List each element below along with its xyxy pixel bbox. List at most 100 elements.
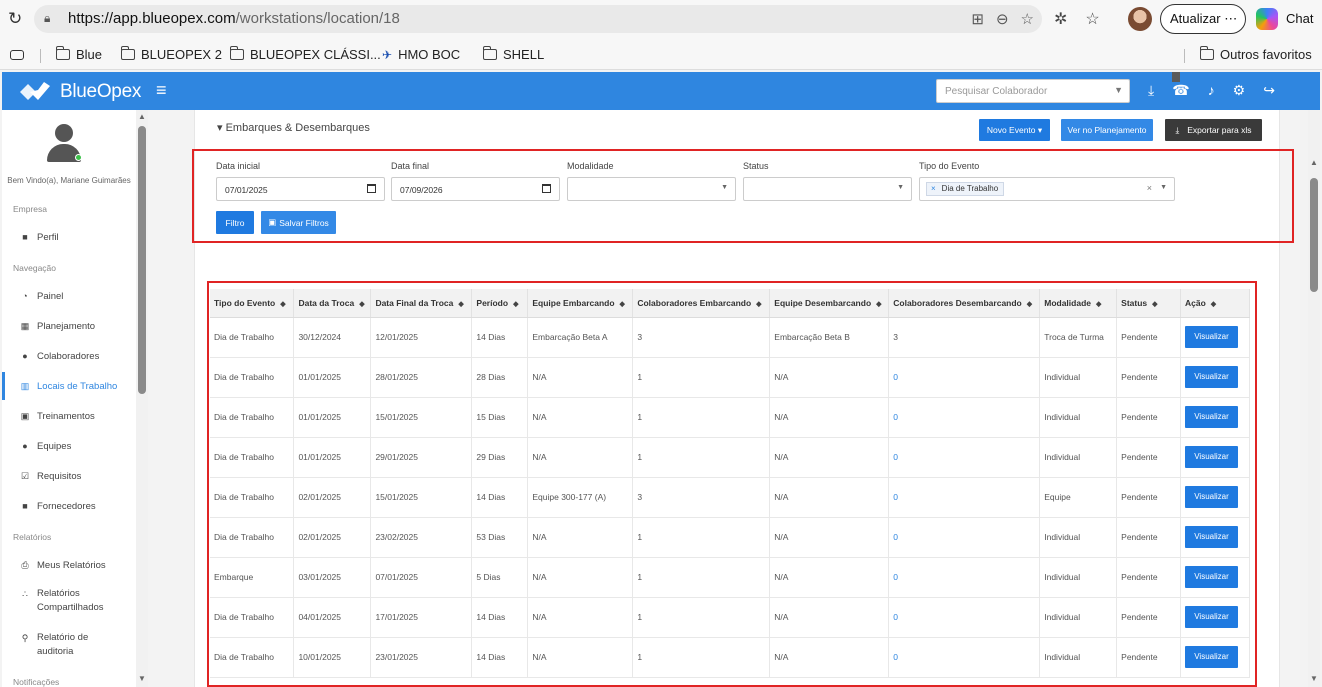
- bookmark-hmo-boc[interactable]: ✈ HMO BOC: [382, 47, 460, 62]
- url-text[interactable]: https://app.blueopex.com/workstations/lo…: [68, 10, 400, 27]
- chat-label[interactable]: Chat: [1286, 11, 1313, 26]
- scroll-thumb[interactable]: [138, 126, 146, 394]
- support-headset-icon[interactable]: ☎: [1172, 82, 1189, 99]
- bookmark-shell[interactable]: SHELL: [482, 46, 544, 62]
- sort-icon[interactable]: ◆: [513, 300, 518, 308]
- app-logo-text[interactable]: BlueOpex: [60, 81, 141, 103]
- sort-icon[interactable]: ◆: [876, 300, 881, 308]
- sort-icon[interactable]: ◆: [458, 300, 463, 308]
- column-header[interactable]: Colaboradores Desembarcando ◆: [888, 289, 1041, 318]
- bookmark-blueopex-2[interactable]: BLUEOPEX 2: [120, 46, 222, 62]
- salvar-filtros-button[interactable]: ▣ Salvar Filtros: [261, 211, 336, 234]
- sidebar-item-colaboradores[interactable]: ● Colaboradores: [2, 342, 136, 370]
- visualizar-button[interactable]: Visualizar: [1185, 366, 1238, 388]
- collaborator-search-select[interactable]: Pesquisar Colaborador ▼: [936, 79, 1130, 103]
- tipo-evento-select[interactable]: × Dia de Trabalho × ▼: [919, 177, 1175, 201]
- clear-icon[interactable]: ×: [1147, 183, 1152, 193]
- visualizar-button[interactable]: Visualizar: [1185, 566, 1238, 588]
- bookmark-blue[interactable]: Blue: [55, 46, 102, 62]
- top-navbar: BlueOpex ≡ Pesquisar Colaborador ▼ ⤓ ☎ ♪…: [2, 72, 1320, 110]
- column-header[interactable]: Equipe Embarcando ◆: [527, 289, 634, 318]
- sidebar-item-fornecedores[interactable]: ■ Fornecedores: [2, 492, 136, 520]
- data-final-input[interactable]: 07/09/2026: [391, 177, 560, 201]
- sort-icon[interactable]: ◆: [280, 300, 285, 308]
- sidebar-item-perfil[interactable]: ■ Perfil: [2, 223, 136, 251]
- visualizar-button[interactable]: Visualizar: [1185, 486, 1238, 508]
- column-header[interactable]: Data da Troca ◆: [293, 289, 372, 318]
- column-header[interactable]: Data Final da Troca ◆: [370, 289, 473, 318]
- ver-planejamento-button[interactable]: Ver no Planejamento: [1061, 119, 1153, 141]
- copilot-icon[interactable]: [1256, 8, 1278, 30]
- filtro-button[interactable]: Filtro: [216, 211, 254, 234]
- column-header[interactable]: Tipo do Evento ◆: [210, 289, 295, 318]
- favorite-star-icon[interactable]: ☆: [1021, 10, 1034, 28]
- table-cell: Dia de Trabalho: [210, 637, 295, 678]
- sidebar-item-painel[interactable]: ◔ Painel: [2, 282, 136, 310]
- column-header[interactable]: Colaboradores Embarcando ◆: [632, 289, 771, 318]
- sidebar-item-meus-relatorios[interactable]: ⎙ Meus Relatórios: [2, 551, 136, 579]
- column-header[interactable]: Status ◆: [1116, 289, 1181, 318]
- blueopex-logo-icon[interactable]: [18, 80, 52, 102]
- sort-icon[interactable]: ◆: [1096, 300, 1101, 308]
- column-header[interactable]: Equipe Desembarcando ◆: [769, 289, 890, 318]
- bell-icon[interactable]: ♪: [1208, 82, 1215, 99]
- sidebar-item-planejamento[interactable]: ▦ Planejamento: [2, 312, 136, 340]
- table-cell: 12/01/2025: [370, 317, 473, 358]
- column-header[interactable]: Período ◆: [471, 289, 529, 318]
- tab-actions-icon[interactable]: [10, 50, 24, 60]
- update-button[interactable]: Atualizar ⋯: [1160, 4, 1246, 34]
- scroll-down-icon[interactable]: ▼: [138, 674, 146, 683]
- data-inicial-input[interactable]: 07/01/2025: [216, 177, 385, 201]
- scroll-up-icon[interactable]: ▲: [138, 112, 146, 121]
- panel-title[interactable]: ▾ Embarques & Desembarques: [217, 121, 370, 134]
- sidebar-item-treinamentos[interactable]: ▣ Treinamentos: [2, 402, 136, 430]
- column-header[interactable]: Modalidade ◆: [1039, 289, 1118, 318]
- sidebar-item-equipes[interactable]: ● Equipes: [2, 432, 136, 460]
- main-scrollbar[interactable]: ▲ ▼: [1308, 110, 1320, 687]
- scroll-down-icon[interactable]: ▼: [1310, 674, 1318, 683]
- address-bar[interactable]: 🔒︎ https://app.blueopex.com/workstations…: [34, 5, 1042, 33]
- novo-evento-button[interactable]: Novo Evento ▾: [979, 119, 1050, 141]
- sidebar-scrollbar[interactable]: ▲ ▼: [136, 110, 148, 687]
- logout-icon[interactable]: ↪: [1263, 82, 1275, 99]
- split-screen-icon[interactable]: ⊞: [971, 10, 984, 28]
- status-select[interactable]: ▼: [743, 177, 912, 201]
- zoom-icon[interactable]: ⊖: [996, 10, 1009, 28]
- visualizar-button[interactable]: Visualizar: [1185, 406, 1238, 428]
- favorites-icon[interactable]: ☆: [1085, 9, 1099, 29]
- visualizar-button[interactable]: Visualizar: [1185, 526, 1238, 548]
- sidebar-item-locais-de-trabalho[interactable]: ▥ Locais de Trabalho: [2, 372, 136, 400]
- sort-icon[interactable]: ◆: [1027, 300, 1032, 308]
- visualizar-button[interactable]: Visualizar: [1185, 446, 1238, 468]
- other-favorites[interactable]: Outros favoritos: [1199, 46, 1312, 62]
- sort-icon[interactable]: ◆: [1211, 300, 1216, 308]
- download-icon[interactable]: ⤓: [1148, 82, 1154, 99]
- site-info-icon[interactable]: 🔒︎: [44, 11, 58, 25]
- sort-icon[interactable]: ◆: [359, 300, 364, 308]
- visualizar-button[interactable]: Visualizar: [1185, 646, 1238, 668]
- sort-icon[interactable]: ◆: [1152, 300, 1157, 308]
- visualizar-button[interactable]: Visualizar: [1185, 326, 1238, 348]
- sidebar-item-relatorios-compartilhados[interactable]: ∴ Relatórios Compartilhados: [2, 587, 136, 619]
- sidebar-item-relatorio-auditoria[interactable]: ⚲ Relatório de auditoria: [2, 631, 136, 663]
- column-header[interactable]: Ação ◆: [1180, 289, 1250, 318]
- visualizar-button[interactable]: Visualizar: [1185, 606, 1238, 628]
- sidebar-item-requisitos[interactable]: ☑ Requisitos: [2, 462, 136, 490]
- menu-toggle-icon[interactable]: ≡: [156, 80, 167, 101]
- scroll-thumb[interactable]: [1310, 178, 1318, 292]
- profile-avatar[interactable]: [1128, 7, 1152, 31]
- calendar-icon[interactable]: [367, 184, 376, 193]
- modalidade-select[interactable]: ▼: [567, 177, 736, 201]
- exportar-xls-button[interactable]: ⤓ Exportar para xls: [1165, 119, 1262, 141]
- bookmark-blueopex-classic[interactable]: BLUEOPEX CLÁSSI...: [229, 46, 381, 62]
- calendar-icon[interactable]: [542, 184, 551, 193]
- extensions-icon[interactable]: ✲: [1054, 9, 1067, 29]
- sort-icon[interactable]: ◆: [620, 300, 625, 308]
- remove-chip-icon[interactable]: ×: [931, 184, 936, 193]
- scroll-up-icon[interactable]: ▲: [1310, 158, 1318, 167]
- table-cell: Embarcação Beta B: [769, 317, 890, 358]
- gear-icon[interactable]: ⚙: [1233, 82, 1246, 99]
- reload-icon[interactable]: ↻: [8, 10, 26, 28]
- search-icon: ⚲: [21, 632, 29, 643]
- sort-icon[interactable]: ◆: [756, 300, 761, 308]
